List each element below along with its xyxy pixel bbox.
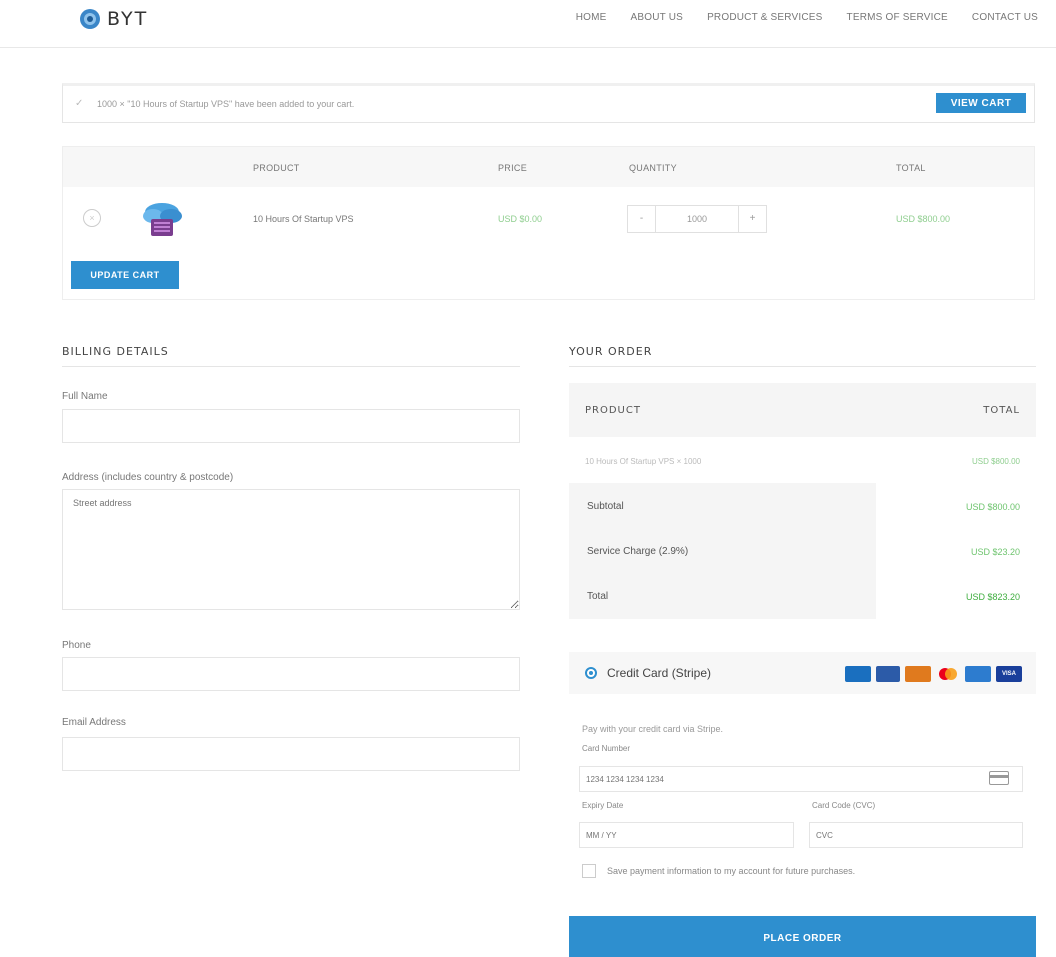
nav-product-services[interactable]: PRODUCT & SERVICES <box>707 12 822 23</box>
quantity-input[interactable] <box>656 206 738 232</box>
cvc-field[interactable] <box>809 822 1023 848</box>
order-review: PRODUCT TOTAL 10 Hours Of Startup VPS × … <box>569 383 1036 625</box>
nav-home[interactable]: HOME <box>576 12 607 23</box>
cart-table-header: PRODUCT PRICE QUANTITY TOTAL <box>63 147 1034 187</box>
header-total: TOTAL <box>896 163 926 173</box>
expiry-label: Expiry Date <box>582 801 624 810</box>
total-value: USD $823.20 <box>965 592 1020 602</box>
payment-method-credit-card[interactable]: Credit Card (Stripe) VISA <box>569 652 1036 694</box>
cart-product-total: USD $800.00 <box>896 214 951 224</box>
header-quantity: QUANTITY <box>629 163 677 173</box>
quantity-stepper: - + <box>627 205 767 233</box>
logo-icon <box>80 9 100 29</box>
quantity-decrease-button[interactable]: - <box>628 206 656 232</box>
save-payment-checkbox[interactable] <box>582 864 596 878</box>
diners-club-icon <box>845 666 871 682</box>
product-thumbnail[interactable] <box>137 199 187 239</box>
cvc-label: Card Code (CVC) <box>812 801 876 810</box>
order-product-header: PRODUCT <box>585 405 641 416</box>
payment-radio[interactable] <box>585 667 597 679</box>
cart-product-name[interactable]: 10 Hours Of Startup VPS <box>253 214 354 224</box>
order-divider <box>569 366 1036 367</box>
remove-item-button[interactable]: × <box>83 209 101 227</box>
billing-title: BILLING DETAILS <box>62 345 169 358</box>
american-express-icon <box>965 666 991 682</box>
main-nav: HOME ABOUT US PRODUCT & SERVICES TERMS O… <box>576 12 1038 23</box>
nav-about-us[interactable]: ABOUT US <box>631 12 684 23</box>
header-price: PRICE <box>498 163 528 173</box>
header-product: PRODUCT <box>253 163 300 173</box>
order-title: YOUR ORDER <box>569 345 653 358</box>
email-label: Email Address <box>62 717 126 728</box>
view-cart-button[interactable]: VIEW CART <box>936 93 1026 113</box>
total-label: Total <box>587 591 609 602</box>
card-number-field[interactable] <box>579 766 1023 792</box>
place-order-button[interactable]: PLACE ORDER <box>569 916 1036 957</box>
phone-field[interactable] <box>62 657 520 691</box>
cart-product-price: USD $0.00 <box>498 214 543 224</box>
logo-text: BYT <box>107 8 149 30</box>
order-review-header: PRODUCT TOTAL <box>569 383 1036 437</box>
address-field[interactable] <box>62 489 520 610</box>
visa-icon: VISA <box>996 666 1022 682</box>
order-line-item: 10 Hours Of Startup VPS × 1000 <box>585 457 702 466</box>
notice-message: 1000 × "10 Hours of Startup VPS" have be… <box>97 99 355 109</box>
payment-method-label: Credit Card (Stripe) <box>607 666 712 680</box>
email-field[interactable] <box>62 737 520 771</box>
jcb-icon <box>876 666 900 682</box>
billing-divider <box>62 366 520 367</box>
phone-label: Phone <box>62 640 91 651</box>
nav-terms-of-service[interactable]: TERMS OF SERVICE <box>847 12 948 23</box>
cart-table: PRODUCT PRICE QUANTITY TOTAL × 10 Hours … <box>62 146 1035 300</box>
payment-description: Pay with your credit card via Stripe. <box>582 724 724 734</box>
subtotal-value: USD $800.00 <box>965 502 1020 512</box>
expiry-field[interactable] <box>579 822 794 848</box>
subtotal-label: Subtotal <box>587 501 624 512</box>
order-line-total: USD $800.00 <box>971 457 1020 466</box>
address-label: Address (includes country & postcode) <box>62 472 234 483</box>
service-charge-label: Service Charge (2.9%) <box>587 546 689 557</box>
update-cart-button[interactable]: UPDATE CART <box>71 261 179 289</box>
nav-contact-us[interactable]: CONTACT US <box>972 12 1038 23</box>
save-payment-label[interactable]: Save payment information to my account f… <box>607 866 855 876</box>
mastercard-icon <box>939 668 957 680</box>
full-name-label: Full Name <box>62 391 108 402</box>
quantity-increase-button[interactable]: + <box>738 206 766 232</box>
check-icon: ✓ <box>75 98 84 109</box>
site-logo[interactable]: BYT <box>80 8 148 30</box>
cart-notice: ✓ 1000 × "10 Hours of Startup VPS" have … <box>62 83 1035 123</box>
site-header: BYT HOME ABOUT US PRODUCT & SERVICES TER… <box>0 0 1056 48</box>
full-name-field[interactable] <box>62 409 520 443</box>
card-brands: VISA <box>845 666 1022 682</box>
order-total-header: TOTAL <box>983 405 1020 416</box>
discover-icon <box>905 666 931 682</box>
service-charge-value: USD $23.20 <box>970 547 1020 557</box>
credit-card-icon <box>989 771 1009 785</box>
card-number-label: Card Number <box>582 744 631 753</box>
